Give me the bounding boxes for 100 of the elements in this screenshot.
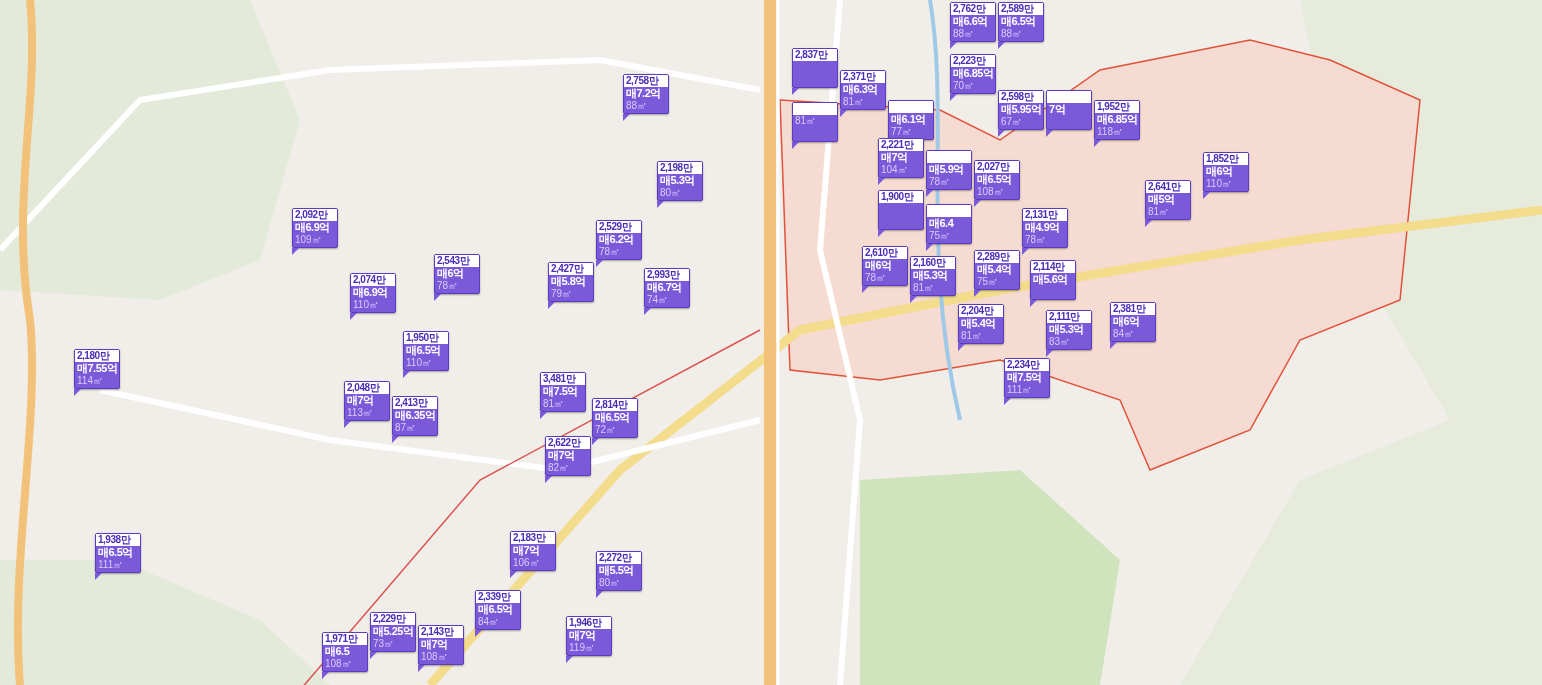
marker-tail — [548, 302, 555, 309]
price-marker[interactable]: 2,074만 매6.9억 110㎡ — [350, 273, 396, 313]
price-per-area: 3,481만 — [541, 373, 585, 385]
price-per-area: 2,762만 — [951, 3, 995, 15]
price-marker[interactable]: 2,598만 매5.95억 67㎡ — [998, 90, 1044, 130]
price-marker[interactable]: 2,641만 매5억 81㎡ — [1145, 180, 1191, 220]
price-marker[interactable]: 2,837만 — [792, 48, 838, 88]
sale-price: 매5.95억 — [1000, 103, 1043, 116]
price-marker[interactable]: 2,131만 매4.9억 78㎡ — [1022, 208, 1068, 248]
marker-tail — [1145, 220, 1152, 227]
price-per-area: 2,180만 — [75, 350, 119, 362]
floor-area: 70㎡ — [951, 80, 995, 92]
price-marker[interactable]: 7억 — [1046, 90, 1092, 130]
price-marker[interactable]: 2,289만 매5.4억 75㎡ — [974, 250, 1020, 290]
price-marker[interactable]: 1,971만 매6.5 108㎡ — [322, 632, 368, 672]
price-marker[interactable]: 2,381만 매6억 84㎡ — [1110, 302, 1156, 342]
price-per-area: 1,938만 — [96, 534, 140, 546]
price-marker[interactable]: 2,371만 매6.3억 81㎡ — [840, 70, 886, 110]
sale-price: 매6.5억 — [1000, 15, 1037, 28]
price-marker[interactable]: 2,092만 매6.9억 109㎡ — [292, 208, 338, 248]
price-marker[interactable]: 1,952만 매6.85억 118㎡ — [1094, 100, 1140, 140]
price-marker[interactable]: 2,048만 매7억 113㎡ — [344, 381, 390, 421]
price-marker[interactable]: 2,543만 매6억 78㎡ — [434, 254, 480, 294]
price-marker[interactable]: 1,900만 — [878, 190, 924, 230]
price-marker[interactable]: 1,852만 매6억 110㎡ — [1203, 152, 1249, 192]
price-per-area: 1,900만 — [879, 191, 923, 203]
price-marker[interactable]: 2,589만 매6.5억 88㎡ — [998, 2, 1044, 42]
price-marker[interactable]: 2,114만 매5.6억 — [1030, 260, 1076, 300]
price-per-area: 2,589만 — [999, 3, 1043, 15]
price-marker[interactable]: 2,339만 매6.5억 84㎡ — [475, 590, 521, 630]
marker-tail — [878, 230, 885, 237]
sale-price: 매6억 — [436, 267, 465, 280]
sale-price: 매6.85억 — [952, 67, 995, 80]
sale-price: 매6.6억 — [952, 15, 989, 28]
price-marker[interactable]: 2,993만 매6.7억 74㎡ — [644, 268, 690, 308]
price-marker[interactable]: 2,143만 매7억 108㎡ — [418, 625, 464, 665]
sale-price: 매5.4억 — [976, 263, 1013, 276]
marker-tail — [292, 248, 299, 255]
marker-tail — [350, 313, 357, 320]
sale-price: 매5.3억 — [1048, 323, 1085, 336]
marker-tail — [418, 665, 425, 672]
sale-price: 매6.2억 — [598, 233, 635, 246]
price-marker[interactable]: 2,234만 매7.5억 111㎡ — [1004, 358, 1050, 398]
price-per-area: 2,111만 — [1047, 311, 1091, 323]
price-per-area: 2,641만 — [1146, 181, 1190, 193]
sale-price: 매5.25억 — [372, 625, 415, 638]
price-marker[interactable]: 2,198만 매5.3억 80㎡ — [657, 161, 703, 201]
price-marker[interactable]: 2,413만 매6.35억 87㎡ — [392, 396, 438, 436]
floor-area: 78㎡ — [1023, 234, 1067, 246]
marker-tail — [392, 436, 399, 443]
floor-area: 67㎡ — [999, 116, 1043, 128]
floor-area: 83㎡ — [1047, 336, 1091, 348]
price-marker[interactable]: 2,180만 매7.55억 114㎡ — [74, 349, 120, 389]
price-marker[interactable]: 2,529만 매6.2억 78㎡ — [596, 220, 642, 260]
price-marker[interactable]: 매6.1억 77㎡ — [888, 100, 934, 140]
marker-tail — [95, 573, 102, 580]
sale-price: 매6.3억 — [842, 83, 879, 96]
sale-price: 매7억 — [512, 544, 541, 557]
sale-price: 매7.2억 — [625, 87, 662, 100]
price-per-area: 1,852만 — [1204, 153, 1248, 165]
price-marker[interactable]: 2,204만 매5.4억 81㎡ — [958, 304, 1004, 344]
marker-tail — [370, 652, 377, 659]
price-marker[interactable]: 3,481만 매7.5억 81㎡ — [540, 372, 586, 412]
sale-price: 매6.7억 — [646, 281, 683, 294]
price-marker[interactable]: 1,950만 매6.5억 110㎡ — [403, 331, 449, 371]
price-per-area: 2,371만 — [841, 71, 885, 83]
floor-area: 81㎡ — [959, 330, 1003, 342]
price-per-area: 2,204만 — [959, 305, 1003, 317]
floor-area: 81㎡ — [541, 398, 585, 410]
price-marker[interactable]: 2,814만 매6.5억 72㎡ — [592, 398, 638, 438]
price-marker[interactable]: 2,272만 매5.5억 80㎡ — [596, 551, 642, 591]
price-marker[interactable]: 2,762만 매6.6억 88㎡ — [950, 2, 996, 42]
price-marker[interactable]: 2,183만 매7억 106㎡ — [510, 531, 556, 571]
sale-price: 매6억 — [1112, 315, 1141, 328]
floor-area: 111㎡ — [96, 559, 140, 571]
price-per-area: 2,381만 — [1111, 303, 1155, 315]
marker-tail — [644, 308, 651, 315]
price-marker[interactable]: 1,938만 매6.5억 111㎡ — [95, 533, 141, 573]
marker-tail — [596, 591, 603, 598]
marker-tail — [434, 294, 441, 301]
price-marker[interactable]: 2,427만 매5.8억 79㎡ — [548, 262, 594, 302]
price-marker[interactable]: 매5.9억 78㎡ — [926, 150, 972, 190]
price-per-area: 2,610만 — [863, 247, 907, 259]
price-marker[interactable]: 2,160만 매5.3억 81㎡ — [910, 256, 956, 296]
price-marker[interactable]: 2,758만 매7.2억 88㎡ — [623, 74, 669, 114]
price-marker[interactable]: 2,111만 매5.3억 83㎡ — [1046, 310, 1092, 350]
price-marker[interactable]: 매6.4 75㎡ — [926, 204, 972, 244]
price-marker[interactable]: 2,223만 매6.85억 70㎡ — [950, 54, 996, 94]
price-marker[interactable]: 1,946만 매7억 119㎡ — [566, 616, 612, 656]
marker-tail — [540, 412, 547, 419]
floor-area: 81㎡ — [911, 282, 955, 294]
floor-area: 81㎡ — [793, 115, 837, 127]
marker-tail — [1094, 140, 1101, 147]
price-marker[interactable]: 2,622만 매7억 82㎡ — [545, 436, 591, 476]
price-marker[interactable]: 2,027만 매6.5억 108㎡ — [974, 160, 1020, 200]
marker-tail — [1004, 398, 1011, 405]
price-marker[interactable]: 2,610만 매6억 78㎡ — [862, 246, 908, 286]
price-marker[interactable]: 2,221만 매7억 104㎡ — [878, 138, 924, 178]
marker-tail — [74, 389, 81, 396]
price-marker[interactable]: 2,229만 매5.25억 73㎡ — [370, 612, 416, 652]
